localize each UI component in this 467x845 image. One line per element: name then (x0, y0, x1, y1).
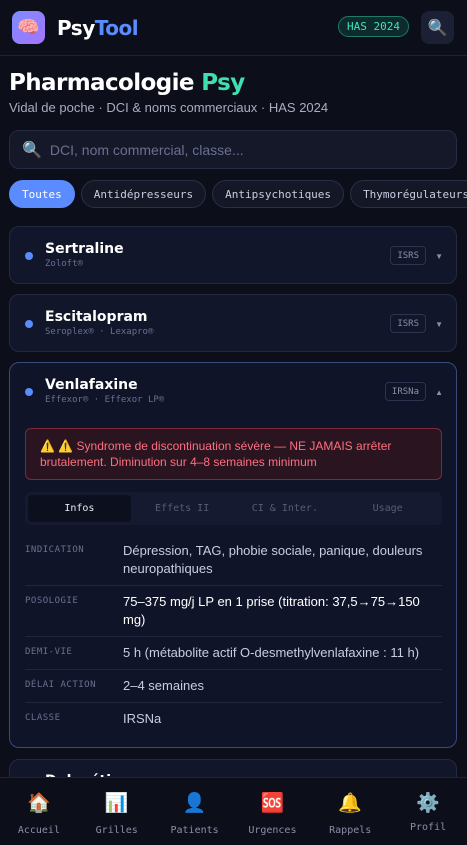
filter-chip-antidepresseurs[interactable]: Antidépresseurs (80, 180, 207, 208)
drug-status-dot (25, 252, 33, 260)
nav-urgences[interactable]: 🆘 Urgences (233, 778, 311, 845)
detail-label: POSOLOGIE (25, 596, 79, 606)
app-name-part1: Psy (57, 15, 95, 40)
tab-usage[interactable]: Usage (336, 495, 439, 522)
tab-infos[interactable]: Infos (28, 495, 131, 522)
detail-label: CLASSE (25, 713, 61, 723)
detail-row-posologie: POSOLOGIE 75–375 mg/j LP en 1 prise (tit… (25, 586, 442, 637)
search-icon-button[interactable]: 🔍 (421, 11, 454, 44)
app-name: PsyTool (57, 15, 139, 40)
filter-chip-antipsychotiques[interactable]: Antipsychotiques (212, 180, 345, 208)
drug-status-dot (25, 388, 33, 396)
chart-icon: 📊 (104, 793, 129, 814)
home-icon: 🏠 (27, 793, 51, 814)
nav-label: Patients (170, 825, 219, 836)
drug-class-badge: ISRS (390, 246, 426, 265)
tab-effets[interactable]: Effets II (131, 495, 234, 522)
has-2024-badge: HAS 2024 (338, 16, 409, 37)
bottom-nav: 🏠 Accueil 📊 Grilles 👤 Patients 🆘 Urgence… (0, 777, 467, 845)
detail-row-demi-vie: DEMI-VIE 5 h (métabolite actif O-desmeth… (25, 637, 442, 670)
page-title: Pharmacologie Psy (9, 70, 245, 96)
page-subtitle: Vidal de poche · DCI & noms commerciaux … (9, 100, 329, 115)
app-name-part2: Tool (94, 15, 139, 40)
nav-label: Profil (409, 822, 447, 833)
filter-chip-thymoregulateurs[interactable]: Thymorégulateurs (350, 180, 467, 208)
detail-row-classe: CLASSE IRSNa (25, 703, 442, 735)
detail-value: 2–4 semaines (123, 678, 204, 693)
page-title-accent: Psy (201, 70, 245, 96)
drug-class-badge: ISRS (390, 314, 426, 333)
discontinuation-warning: ⚠️ ⚠️ Syndrome de discontinuation sévère… (25, 428, 442, 480)
nav-profil[interactable]: ⚙️ Profil (389, 778, 467, 845)
detail-value: IRSNa (123, 711, 162, 726)
tab-ci-inter[interactable]: CI & Inter. (234, 495, 337, 522)
drug-name: Sertraline (45, 241, 124, 257)
detail-label: INDICATION (25, 545, 85, 555)
detail-rows: INDICATION Dépression, TAG, phobie socia… (25, 535, 442, 735)
nav-label: Rappels (329, 825, 372, 836)
page-title-main: Pharmacologie (9, 70, 194, 96)
nav-label: Accueil (17, 825, 60, 836)
bell-icon: 🔔 (338, 793, 363, 814)
detail-row-indication: INDICATION Dépression, TAG, phobie socia… (25, 535, 442, 586)
drug-class-badge: IRSNa (384, 382, 426, 401)
chevron-down-icon[interactable]: ▼ (435, 320, 443, 329)
detail-value: 75–375 mg/j LP en 1 prise (titration: 37… (123, 594, 420, 627)
drug-card-sertraline[interactable]: Sertraline Zoloft® ISRS ▼ (9, 226, 457, 284)
nav-grilles[interactable]: 📊 Grilles (78, 778, 156, 845)
search-input[interactable] (49, 141, 430, 158)
detail-value: Dépression, TAG, phobie sociale, panique… (123, 543, 423, 576)
user-icon: 👤 (182, 793, 207, 814)
drug-name: Venlafaxine (45, 377, 138, 393)
filter-chip-toutes[interactable]: Toutes (9, 180, 75, 208)
chevron-up-icon[interactable]: ▲ (435, 388, 443, 397)
drug-name: Escitalopram (45, 309, 148, 325)
nav-patients[interactable]: 👤 Patients (156, 778, 234, 845)
drug-brands: Seroplex® · Lexapro® (45, 327, 154, 337)
nav-label: Grilles (95, 825, 138, 836)
drug-brands: Zoloft® (45, 259, 83, 269)
filter-chips: Toutes Antidépresseurs Antipsychotiques Thy… (9, 180, 467, 210)
nav-accueil[interactable]: 🏠 Accueil (0, 778, 78, 845)
drug-brands: Effexor® · Effexor LP® (45, 395, 165, 405)
top-bar: 🧠 PsyTool HAS 2024 🔍 (0, 0, 467, 56)
nav-rappels[interactable]: 🔔 Rappels (311, 778, 389, 845)
search-icon: 🔍 (22, 141, 42, 159)
nav-label: Urgences (248, 825, 297, 836)
detail-label: DÉLAI ACTION (25, 680, 97, 690)
drug-status-dot (25, 320, 33, 328)
detail-tabs: Infos Effets II CI & Inter. Usage (25, 492, 442, 525)
detail-row-delai-action: DÉLAI ACTION 2–4 semaines (25, 670, 442, 703)
drug-card-escitalopram[interactable]: Escitalopram Seroplex® · Lexapro® ISRS ▼ (9, 294, 457, 352)
search-field[interactable]: 🔍 (9, 130, 457, 169)
gear-icon: ⚙️ (416, 793, 440, 814)
chevron-down-icon[interactable]: ▼ (435, 252, 443, 261)
detail-value: 5 h (métabolite actif O-desmethylvenlafa… (123, 645, 420, 660)
sos-icon: 🆘 (260, 793, 285, 814)
drug-card-venlafaxine[interactable]: Venlafaxine Effexor® · Effexor LP® IRSNa… (9, 362, 457, 748)
detail-label: DEMI-VIE (25, 647, 73, 657)
app-logo-brain-icon[interactable]: 🧠 (12, 11, 45, 44)
